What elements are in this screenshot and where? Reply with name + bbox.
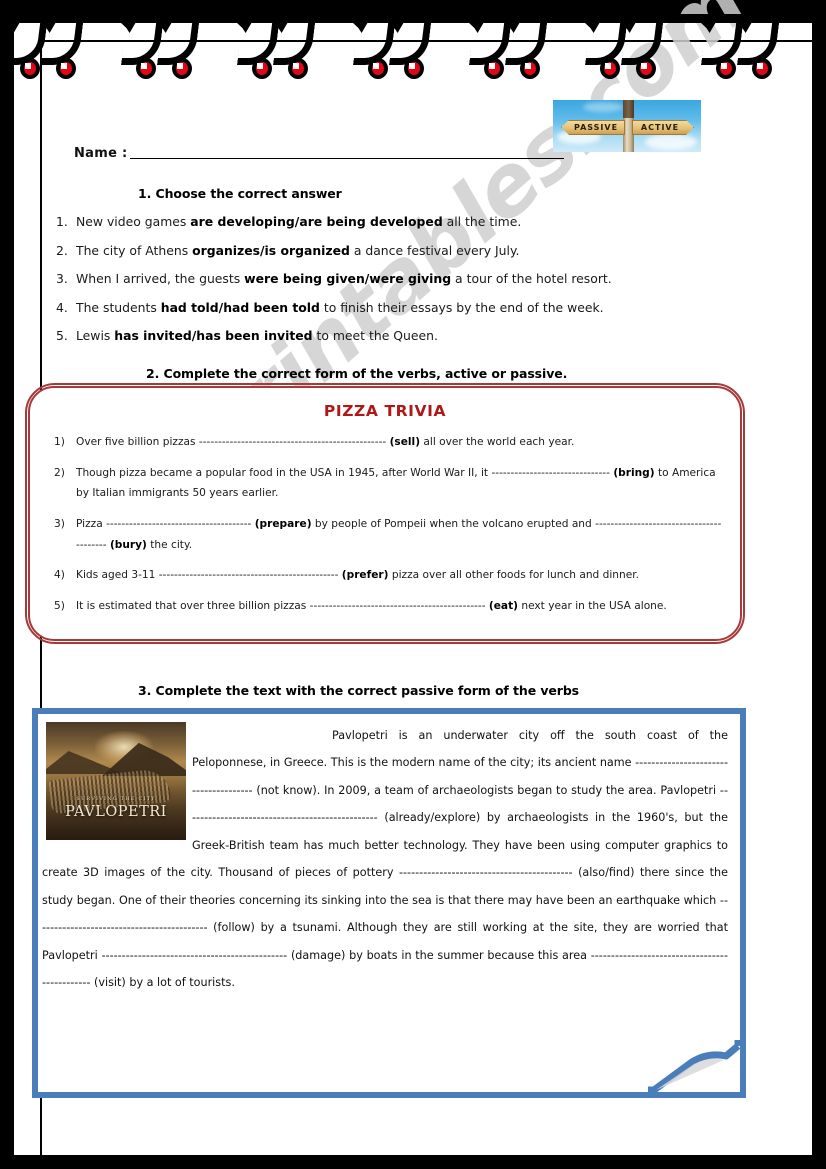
exercise-1-heading: 1. Choose the correct answer bbox=[138, 186, 342, 201]
pizza-trivia-item: 3) Pizza --------------------------------… bbox=[46, 514, 724, 555]
spiral-bead bbox=[636, 58, 656, 79]
spiral-binding bbox=[14, 14, 812, 90]
spiral-bead bbox=[288, 58, 308, 79]
pizza-trivia-verb-cue: (prepare) bbox=[254, 517, 312, 530]
exercise-1-item: 4. The students had told/had been told to… bbox=[48, 300, 778, 316]
exercise-1-item-number: 3. bbox=[56, 271, 68, 286]
pizza-trivia-item: 1) Over five billion pizzas -------------… bbox=[46, 432, 724, 453]
exercise-1-item-choices[interactable]: has invited/has been invited bbox=[114, 328, 312, 343]
pizza-trivia-item-number: 4) bbox=[54, 569, 65, 582]
exercise-1-item-text: The students had told/had been told to f… bbox=[76, 299, 604, 315]
name-input-line[interactable] bbox=[129, 157, 564, 159]
pizza-trivia-item-text: Though pizza became a popular food in th… bbox=[76, 466, 716, 500]
exercise-1-item-number: 4. bbox=[56, 299, 68, 315]
exercise-1-item-choices[interactable]: are developing/are being developed bbox=[190, 214, 442, 229]
pizza-trivia-item-text: Pizza ----------------------------------… bbox=[76, 517, 722, 551]
exercise-1-item-number: 1. bbox=[56, 214, 68, 229]
exercise-1-item: 2. The city of Athens organizes/is organi… bbox=[48, 243, 778, 259]
spiral-bead bbox=[136, 58, 156, 79]
pizza-trivia-verb-cue: (bring) bbox=[613, 466, 655, 479]
cloud-shape bbox=[583, 102, 623, 112]
exercise-1-item-text: The city of Athens organizes/is organize… bbox=[76, 242, 520, 258]
pizza-trivia-item-number: 5) bbox=[54, 599, 65, 612]
spiral-bead bbox=[484, 58, 504, 79]
signpost-passive-label: PASSIVE bbox=[561, 120, 625, 135]
exercise-1-item-text: When I arrived, the guests were being gi… bbox=[76, 271, 612, 286]
exercise-1-item-number: 5. bbox=[56, 328, 68, 343]
pizza-trivia-item: 4) Kids aged 3-11 -----------------------… bbox=[46, 565, 724, 586]
passive-active-signpost-image: PASSIVE ACTIVE bbox=[553, 100, 701, 152]
exercise-3-heading: 3. Complete the text with the correct pa… bbox=[138, 683, 580, 698]
pizza-trivia-item-text: It is estimated that over three billion … bbox=[76, 599, 667, 612]
exercise-1-item-text: New video games are developing/are being… bbox=[76, 214, 522, 229]
pavlopetri-image-subtitle: SURVIVING THE CITY bbox=[76, 796, 156, 802]
exercise-1-item: 1. New video games are developing/are bei… bbox=[48, 214, 778, 230]
name-field-row: Name : bbox=[74, 146, 564, 161]
pizza-trivia-item-number: 3) bbox=[54, 517, 65, 530]
pizza-trivia-verb-cue: (bury) bbox=[109, 538, 147, 551]
spiral-bead bbox=[520, 58, 540, 79]
spiral-bead bbox=[716, 58, 736, 79]
pizza-trivia-item-text: Kids aged 3-11 -------------------------… bbox=[76, 569, 640, 582]
pizza-trivia-item-number: 1) bbox=[54, 436, 65, 448]
pizza-trivia-item-text: Over five billion pizzas ---------------… bbox=[76, 436, 575, 448]
spiral-bead bbox=[368, 58, 388, 79]
pavlopetri-image: SURVIVING THE CITY PAVLOPETRI bbox=[46, 722, 186, 840]
exercise-1-item-choices[interactable]: were being given/were giving bbox=[244, 271, 451, 286]
pizza-trivia-item: 2) Though pizza became a popular food in … bbox=[46, 463, 724, 504]
exercise-2-heading: 2. Complete the correct form of the verb… bbox=[146, 366, 568, 381]
pizza-trivia-verb-cue: (sell) bbox=[389, 436, 421, 448]
spiral-bead bbox=[172, 58, 192, 79]
signpost-active-label: ACTIVE bbox=[632, 120, 694, 135]
pavlopetri-image-title: PAVLOPETRI bbox=[65, 804, 167, 820]
spiral-bead bbox=[600, 58, 620, 79]
page-curl-corner-icon bbox=[648, 1040, 742, 1094]
cloud-shape bbox=[645, 134, 697, 150]
exercise-1-item-choices[interactable]: had told/had been told bbox=[161, 300, 320, 315]
spiral-bead bbox=[20, 58, 40, 79]
worksheet-content: PASSIVE ACTIVE Name : 1. Choose the corr… bbox=[25, 28, 798, 1141]
pizza-trivia-title: PIZZA TRIVIA bbox=[323, 402, 447, 420]
spiral-bead bbox=[404, 58, 424, 79]
pizza-trivia-list: 1) Over five billion pizzas -------------… bbox=[46, 432, 724, 617]
exercise-1-item-choices[interactable]: organizes/is organized bbox=[192, 243, 350, 258]
pizza-trivia-item: 5) It is estimated that over three billio… bbox=[46, 596, 724, 617]
exercise-1-item-number: 2. bbox=[56, 242, 68, 258]
name-label: Name : bbox=[74, 146, 128, 161]
signpost-post-top bbox=[623, 100, 634, 118]
pizza-trivia-item-number: 2) bbox=[54, 466, 65, 479]
pizza-trivia-verb-cue: (prefer) bbox=[341, 569, 389, 582]
spiral-bead bbox=[56, 58, 76, 79]
exercise-1-item-text: Lewis has invited/has been invited to me… bbox=[76, 328, 438, 343]
exercise-1-item: 3. When I arrived, the guests were being … bbox=[48, 271, 778, 287]
spiral-bead bbox=[752, 58, 772, 79]
spiral-rail bbox=[14, 14, 812, 23]
pavlopetri-text-box: SURVIVING THE CITY PAVLOPETRI Pavlopetri… bbox=[32, 708, 746, 1098]
pizza-trivia-verb-cue: (eat) bbox=[488, 599, 518, 612]
exercise-1-item: 5. Lewis has invited/has been invited to … bbox=[48, 328, 778, 344]
spiral-bead bbox=[252, 58, 272, 79]
exercise-1-list: 1. New video games are developing/are bei… bbox=[48, 214, 778, 357]
pizza-trivia-box: PIZZA TRIVIA 1) Over five billion pizzas … bbox=[25, 383, 745, 644]
